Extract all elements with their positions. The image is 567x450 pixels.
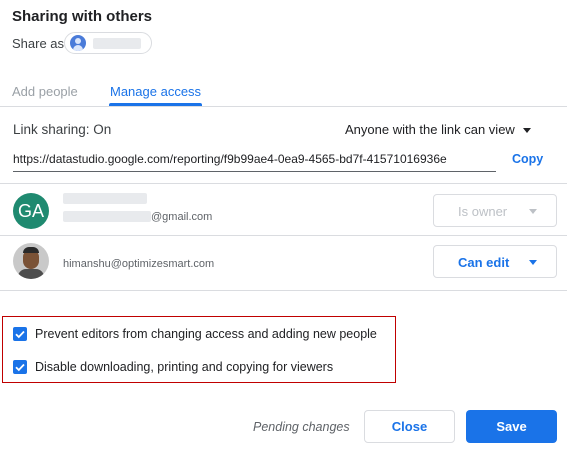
chevron-down-icon [529, 209, 537, 214]
pending-changes-status: Pending changes [253, 420, 350, 434]
checkmark-icon [15, 363, 25, 372]
share-as-account-chip[interactable] [64, 32, 152, 54]
link-access-dropdown[interactable]: Anyone with the link can view [345, 122, 531, 137]
editor-role-label: Can edit [458, 255, 510, 270]
user-photo-avatar [13, 243, 49, 279]
disable-downloading-label[interactable]: Disable downloading, printing and copyin… [35, 360, 333, 374]
tabs-divider [0, 106, 567, 107]
divider [0, 290, 567, 291]
prevent-editors-label[interactable]: Prevent editors from changing access and… [35, 327, 377, 341]
divider [0, 235, 567, 236]
share-as-label: Share as [12, 36, 65, 51]
share-url-field[interactable]: https://datastudio.google.com/reporting/… [13, 152, 447, 166]
divider [0, 183, 567, 184]
link-access-value: Anyone with the link can view [345, 122, 515, 137]
redacted-account-name [93, 38, 141, 49]
tab-manage-access[interactable]: Manage access [110, 84, 201, 99]
editor-email: himanshu@optimizesmart.com [63, 258, 215, 270]
account-avatar-icon [70, 35, 86, 51]
chevron-down-icon [522, 128, 531, 134]
redacted-owner-name [63, 193, 147, 204]
owner-role-label: Is owner [458, 204, 508, 219]
owner-email-suffix: @gmail.com [151, 211, 213, 223]
prevent-editors-checkbox[interactable] [13, 327, 27, 341]
copy-link-button[interactable]: Copy [512, 152, 543, 166]
disable-downloading-checkbox[interactable] [13, 360, 27, 374]
close-button[interactable]: Close [364, 410, 455, 443]
checkmark-icon [15, 330, 25, 339]
chevron-down-icon [529, 260, 537, 265]
tab-add-people[interactable]: Add people [12, 84, 78, 99]
link-sharing-status: Link sharing: On [13, 122, 112, 137]
dialog-title: Sharing with others [12, 8, 153, 25]
redacted-owner-email [63, 211, 151, 222]
owner-role-dropdown: Is owner [433, 194, 557, 227]
share-url-underline [13, 171, 496, 172]
save-button[interactable]: Save [466, 410, 557, 443]
editor-role-dropdown[interactable]: Can edit [433, 245, 557, 278]
owner-avatar: GA [13, 193, 49, 229]
